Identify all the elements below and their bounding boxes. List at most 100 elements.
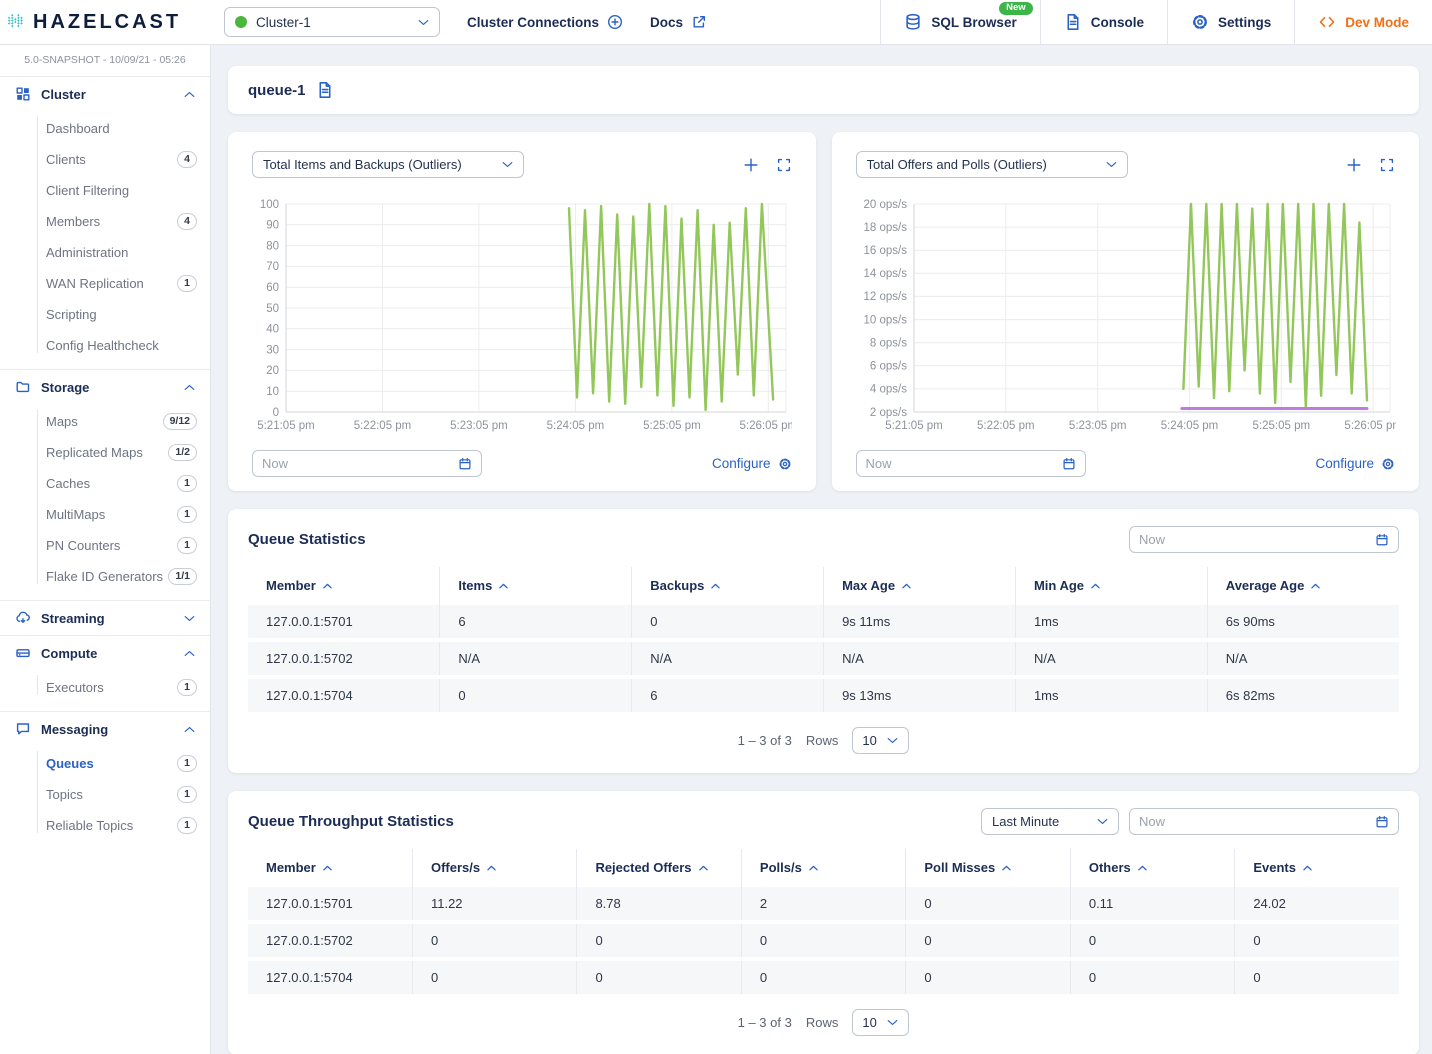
sidebar-item-dashboard[interactable]: Dashboard bbox=[0, 113, 210, 144]
table-row[interactable]: 127.0.0.1:5704000000 bbox=[248, 959, 1399, 996]
sidebar-item-reliable-topics[interactable]: Reliable Topics1 bbox=[0, 810, 210, 841]
cluster-connections-link[interactable]: Cluster Connections bbox=[467, 14, 623, 30]
column-header-rejected-offers[interactable]: Rejected Offers bbox=[577, 849, 741, 887]
rows-per-page-select[interactable]: 10 bbox=[852, 1009, 909, 1036]
column-header-others[interactable]: Others bbox=[1070, 849, 1234, 887]
section-title: Compute bbox=[41, 646, 174, 661]
sidebar-item-pn-counters[interactable]: PN Counters1 bbox=[0, 530, 210, 561]
settings-button[interactable]: Settings bbox=[1167, 0, 1294, 44]
count-badge: 1 bbox=[177, 506, 197, 523]
configure-link[interactable]: Configure bbox=[712, 456, 792, 471]
queue-config-icon[interactable] bbox=[316, 81, 334, 99]
metric-select[interactable]: Total Items and Backups (Outliers) bbox=[252, 151, 524, 178]
sidebar-item-queues[interactable]: Queues1 bbox=[0, 748, 210, 779]
fullscreen-icon[interactable] bbox=[1379, 157, 1395, 173]
column-header-items[interactable]: Items bbox=[440, 567, 632, 605]
cell-rejected-offers: 0 bbox=[577, 922, 741, 959]
sidebar-item-administration[interactable]: Administration bbox=[0, 237, 210, 268]
page-title: queue-1 bbox=[248, 82, 306, 99]
section-items: Dashboard Clients4 Client Filtering Memb… bbox=[0, 111, 210, 361]
column-label: Poll Misses bbox=[924, 860, 995, 875]
rows-per-page-select[interactable]: 10 bbox=[852, 727, 909, 754]
time-picker[interactable]: Now bbox=[252, 450, 482, 477]
top-header: HAZELCAST Cluster-1 Cluster Connections … bbox=[0, 0, 1432, 45]
sidebar-item-clients[interactable]: Clients4 bbox=[0, 144, 210, 175]
column-header-member[interactable]: Member bbox=[248, 567, 440, 605]
svg-text:10 ops/s: 10 ops/s bbox=[863, 314, 907, 326]
table-header-row: Member Items Backups Max Age Min Age Ave… bbox=[248, 567, 1399, 605]
rows-label: Rows bbox=[806, 733, 839, 748]
column-header-min-age[interactable]: Min Age bbox=[1015, 567, 1207, 605]
sidebar-item-wan-replication[interactable]: WAN Replication1 bbox=[0, 268, 210, 299]
dev-mode-button[interactable]: Dev Mode bbox=[1294, 0, 1432, 44]
queue-statistics-table-wrap: Member Items Backups Max Age Min Age Ave… bbox=[248, 567, 1399, 716]
sidebar-item-executors[interactable]: Executors1 bbox=[0, 672, 210, 703]
table-row[interactable]: 127.0.0.1:570111.228.78200.1124.02 bbox=[248, 887, 1399, 922]
period-select[interactable]: Last Minute bbox=[981, 808, 1119, 835]
sidebar-item-topics[interactable]: Topics1 bbox=[0, 779, 210, 810]
item-label: Config Healthcheck bbox=[46, 338, 197, 353]
sidebar-section-header-storage[interactable]: Storage bbox=[0, 370, 210, 404]
column-header-offers-s[interactable]: Offers/s bbox=[412, 849, 576, 887]
docs-link[interactable]: Docs bbox=[650, 14, 707, 30]
column-header-backups[interactable]: Backups bbox=[632, 567, 824, 605]
column-header-max-age[interactable]: Max Age bbox=[824, 567, 1016, 605]
column-header-events[interactable]: Events bbox=[1235, 849, 1399, 887]
time-picker[interactable]: Now bbox=[1129, 808, 1399, 835]
sidebar-item-scripting[interactable]: Scripting bbox=[0, 299, 210, 330]
cell-others: 0 bbox=[1070, 959, 1234, 996]
cell-backups: 6 bbox=[632, 677, 824, 714]
svg-text:5:25:05 pm: 5:25:05 pm bbox=[643, 420, 701, 432]
sidebar-item-config-healthcheck[interactable]: Config Healthcheck bbox=[0, 330, 210, 361]
cell-others: 0 bbox=[1070, 922, 1234, 959]
item-label: Dashboard bbox=[46, 121, 197, 136]
sidebar-item-replicated-maps[interactable]: Replicated Maps1/2 bbox=[0, 437, 210, 468]
count-badge: 1 bbox=[177, 275, 197, 292]
table-row[interactable]: 127.0.0.1:5701609s 11ms1ms6s 90ms bbox=[248, 605, 1399, 640]
configure-link[interactable]: Configure bbox=[1315, 456, 1395, 471]
column-header-average-age[interactable]: Average Age bbox=[1207, 567, 1399, 605]
column-header-polls-s[interactable]: Polls/s bbox=[741, 849, 905, 887]
table-row[interactable]: 127.0.0.1:5704069s 13ms1ms6s 82ms bbox=[248, 677, 1399, 714]
cell-member: 127.0.0.1:5704 bbox=[248, 959, 412, 996]
table-row[interactable]: 127.0.0.1:5702000000 bbox=[248, 922, 1399, 959]
svg-text:50: 50 bbox=[266, 303, 279, 315]
column-label: Member bbox=[266, 860, 316, 875]
svg-text:80: 80 bbox=[266, 240, 279, 252]
svg-text:16 ops/s: 16 ops/s bbox=[863, 245, 907, 257]
sidebar-item-maps[interactable]: Maps9/12 bbox=[0, 406, 210, 437]
metric-select[interactable]: Total Offers and Polls (Outliers) bbox=[856, 151, 1128, 178]
fullscreen-icon[interactable] bbox=[776, 157, 792, 173]
time-picker[interactable]: Now bbox=[1129, 526, 1399, 553]
drive-icon bbox=[15, 645, 31, 661]
table-row[interactable]: 127.0.0.1:5702N/AN/AN/AN/AN/A bbox=[248, 640, 1399, 677]
cell-items: 6 bbox=[440, 605, 632, 640]
sidebar-section-compute: Compute Executors1 bbox=[0, 635, 210, 711]
console-button[interactable]: Console bbox=[1040, 0, 1167, 44]
sidebar-section-header-streaming[interactable]: Streaming bbox=[0, 601, 210, 635]
item-label: Administration bbox=[46, 245, 197, 260]
add-chart-icon[interactable] bbox=[1346, 157, 1362, 173]
sidebar-section-header-cluster[interactable]: Cluster bbox=[0, 77, 210, 111]
sidebar-section-storage: Storage Maps9/12 Replicated Maps1/2 Cach… bbox=[0, 369, 210, 600]
sidebar-item-flake-id-generators[interactable]: Flake ID Generators1/1 bbox=[0, 561, 210, 592]
sidebar-item-caches[interactable]: Caches1 bbox=[0, 468, 210, 499]
sidebar-item-members[interactable]: Members4 bbox=[0, 206, 210, 237]
calendar-icon bbox=[1375, 533, 1389, 547]
add-chart-icon[interactable] bbox=[743, 157, 759, 173]
time-picker[interactable]: Now bbox=[856, 450, 1086, 477]
docs-label: Docs bbox=[650, 15, 683, 30]
sidebar-section-header-compute[interactable]: Compute bbox=[0, 636, 210, 670]
sidebar-section-header-messaging[interactable]: Messaging bbox=[0, 712, 210, 746]
queue-throughput-statistics-table: Member Offers/s Rejected Offers Polls/s … bbox=[248, 849, 1399, 998]
sidebar-item-multimaps[interactable]: MultiMaps1 bbox=[0, 499, 210, 530]
configure-label: Configure bbox=[1315, 456, 1374, 471]
svg-text:10: 10 bbox=[266, 386, 279, 398]
svg-text:0: 0 bbox=[273, 407, 279, 419]
sql-browser-button[interactable]: SQL Browser New bbox=[880, 0, 1039, 44]
cluster-select[interactable]: Cluster-1 bbox=[224, 7, 440, 37]
column-header-poll-misses[interactable]: Poll Misses bbox=[906, 849, 1070, 887]
column-header-member[interactable]: Member bbox=[248, 849, 412, 887]
chevron-up-icon bbox=[184, 384, 195, 391]
sidebar-item-client-filtering[interactable]: Client Filtering bbox=[0, 175, 210, 206]
